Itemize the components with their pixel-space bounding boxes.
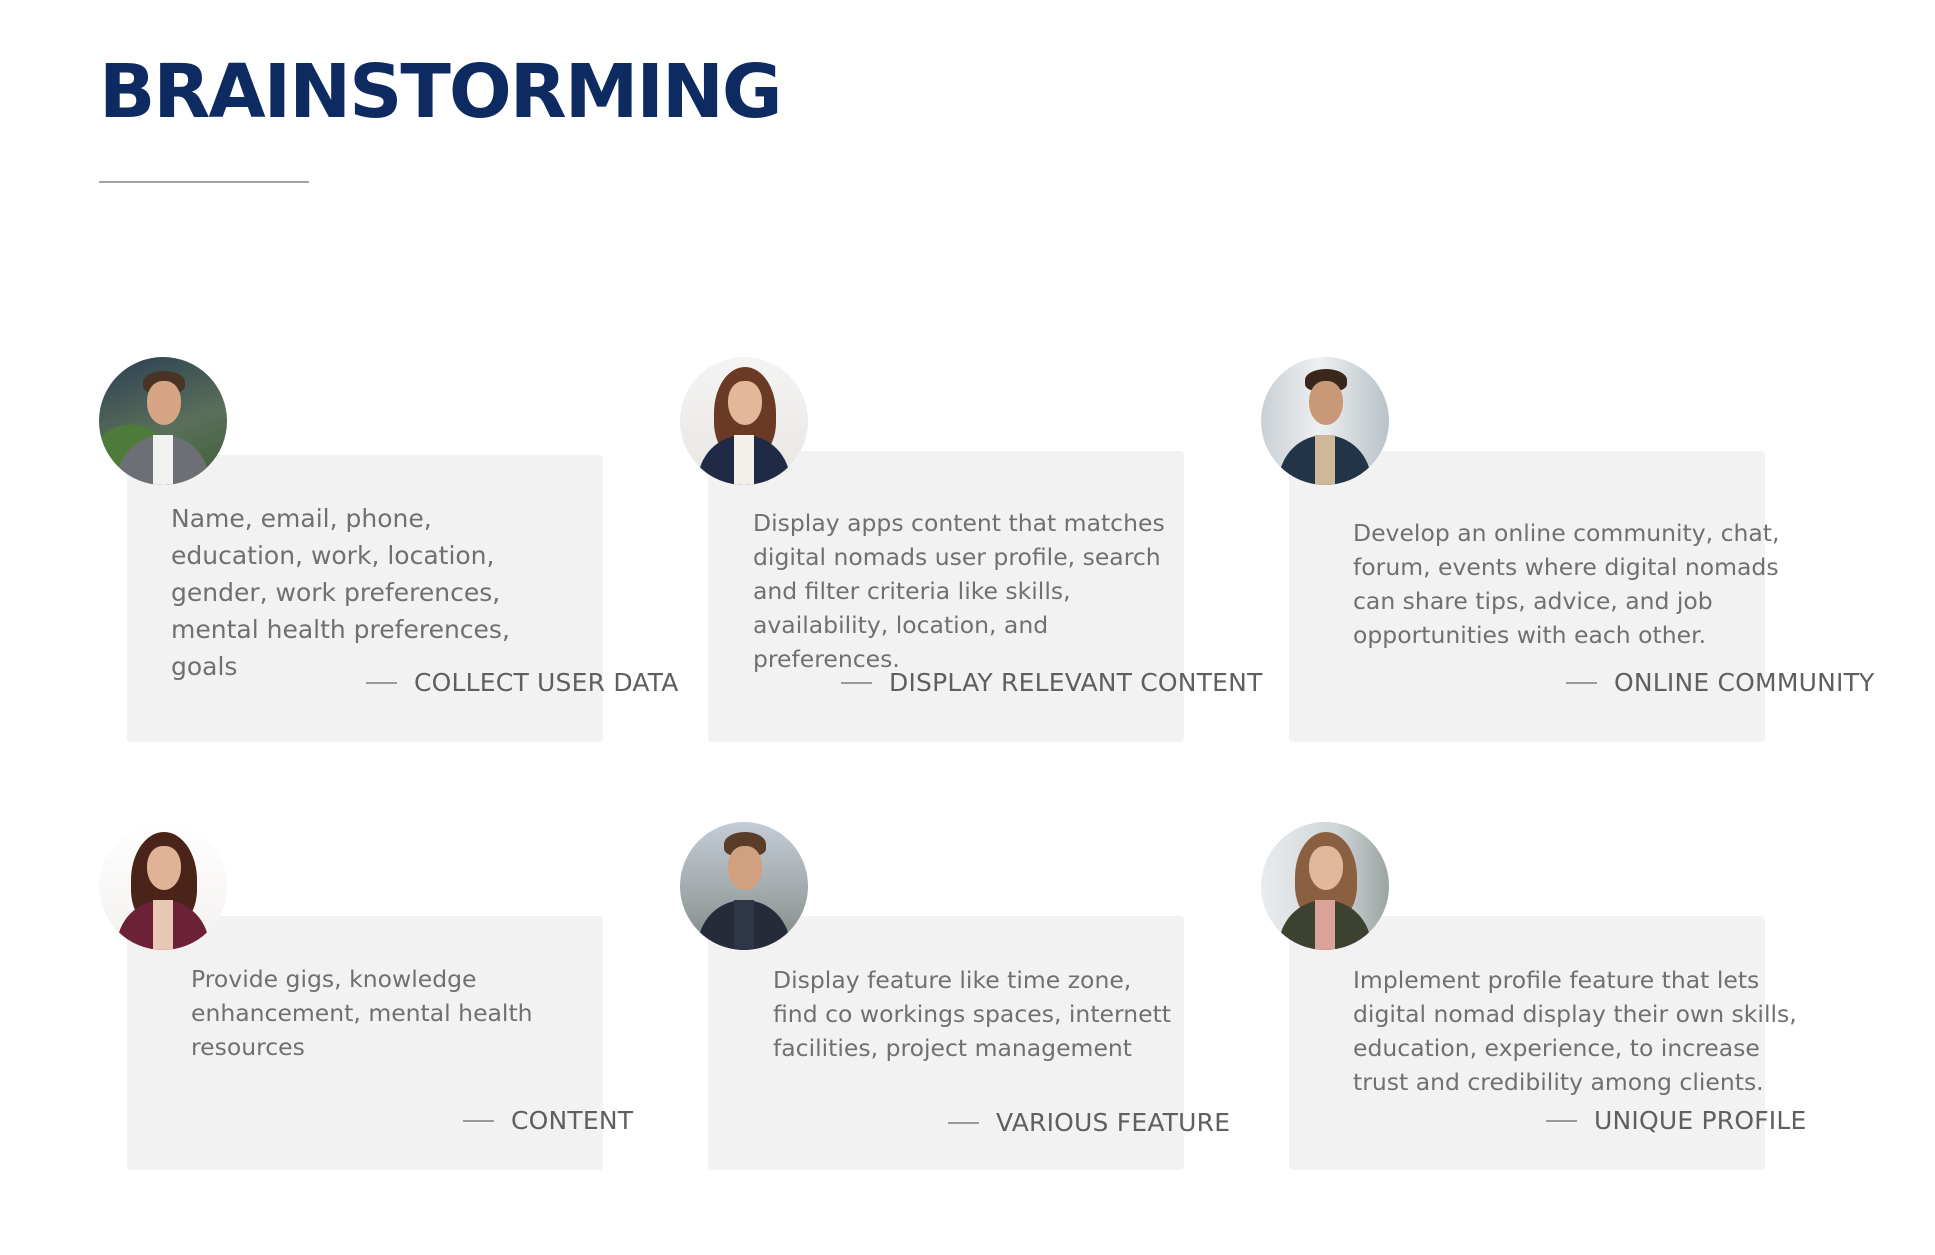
woman-portrait-icon: [1261, 822, 1389, 950]
title-divider: [99, 181, 309, 183]
card-caption: VARIOUS FEATURE: [948, 1108, 1230, 1137]
caption-dash: [1546, 1119, 1577, 1122]
card-caption: UNIQUE PROFILE: [1546, 1106, 1807, 1135]
card-body-text: Provide gigs, knowledge enhancement, men…: [191, 965, 533, 1061]
man-portrait-icon: [1261, 357, 1389, 485]
caption-dash: [841, 681, 872, 684]
card-body-text: Display feature like time zone, find co …: [773, 966, 1172, 1062]
card-caption: CONTENT: [463, 1106, 633, 1135]
woman-portrait-icon: [680, 357, 808, 485]
card-caption: COLLECT USER DATA: [366, 668, 679, 697]
card-body-text: Implement profile feature that lets digi…: [1353, 966, 1797, 1096]
caption-dash: [1566, 681, 1597, 684]
man-portrait-icon: [680, 822, 808, 950]
card-body-text: Name, email, phone, education, work, loc…: [171, 504, 510, 681]
card-caption-label: UNIQUE PROFILE: [1594, 1106, 1807, 1135]
card-caption: DISPLAY RELEVANT CONTENT: [841, 668, 1263, 697]
page-title: BRAINSTORMING: [99, 49, 783, 135]
caption-dash: [366, 681, 397, 684]
card-caption-label: ONLINE COMMUNITY: [1614, 668, 1875, 697]
card-caption-label: COLLECT USER DATA: [414, 668, 679, 697]
caption-dash: [463, 1119, 494, 1122]
caption-dash: [948, 1121, 979, 1124]
card-caption: ONLINE COMMUNITY: [1566, 668, 1875, 697]
card-caption-label: VARIOUS FEATURE: [996, 1108, 1231, 1137]
card-body-text: Develop an online community, chat, forum…: [1353, 519, 1780, 649]
card-caption-label: CONTENT: [511, 1106, 634, 1135]
woman-portrait-icon: [99, 822, 227, 950]
man-portrait-icon: [99, 357, 227, 485]
card-body-text: Display apps content that matches digita…: [753, 509, 1165, 673]
card-caption-label: DISPLAY RELEVANT CONTENT: [889, 668, 1263, 697]
